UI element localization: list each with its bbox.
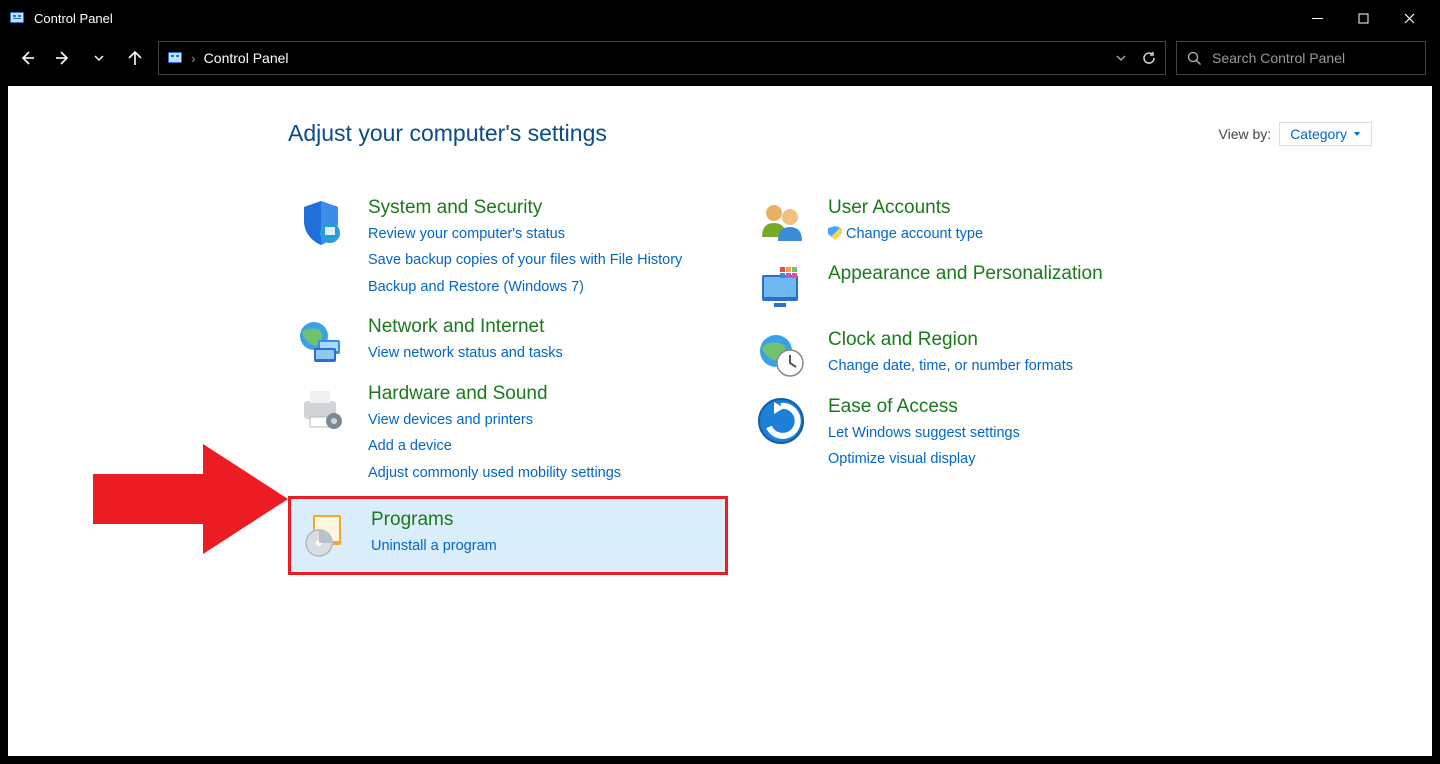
breadcrumb[interactable]: Control Panel <box>204 50 289 66</box>
category-column-left: System and Security Review your computer… <box>288 191 728 579</box>
category-link[interactable]: View network status and tasks <box>368 340 563 366</box>
shield-monitor-icon <box>296 197 346 247</box>
category-title[interactable]: Ease of Access <box>828 396 1020 418</box>
titlebar: Control Panel <box>0 0 1440 36</box>
people-icon <box>756 197 806 247</box>
view-by-label: View by: <box>1219 126 1272 142</box>
category-title[interactable]: System and Security <box>368 197 682 219</box>
globe-network-icon <box>296 316 346 366</box>
control-panel-icon <box>167 50 183 66</box>
disc-box-icon <box>299 509 349 559</box>
caret-down-icon <box>1353 130 1361 138</box>
minimize-button[interactable] <box>1294 0 1340 36</box>
category-link[interactable]: Save backup copies of your files with Fi… <box>368 247 682 273</box>
navbar: › Control Panel Search Control Panel <box>0 36 1440 80</box>
category-network-internet[interactable]: Network and Internet View network status… <box>288 310 728 376</box>
printer-icon <box>296 383 346 433</box>
category-title[interactable]: Network and Internet <box>368 316 563 338</box>
category-link[interactable]: View devices and printers <box>368 407 621 433</box>
search-input[interactable]: Search Control Panel <box>1176 41 1426 75</box>
address-dropdown-icon[interactable] <box>1115 52 1127 64</box>
refresh-button[interactable] <box>1141 50 1157 66</box>
search-icon <box>1187 51 1202 66</box>
category-title[interactable]: Programs <box>371 509 497 531</box>
address-bar[interactable]: › Control Panel <box>158 41 1166 75</box>
back-button[interactable] <box>14 45 40 71</box>
category-link[interactable]: Change date, time, or number formats <box>828 353 1073 379</box>
category-link[interactable]: Review your computer's status <box>368 221 682 247</box>
category-link[interactable]: Backup and Restore (Windows 7) <box>368 274 682 300</box>
category-title[interactable]: Clock and Region <box>828 329 1073 351</box>
forward-button[interactable] <box>50 45 76 71</box>
category-ease-of-access[interactable]: Ease of Access Let Windows suggest setti… <box>748 390 1178 483</box>
maximize-button[interactable] <box>1340 0 1386 36</box>
control-panel-icon <box>8 9 26 27</box>
category-link[interactable]: Change account type <box>828 221 983 247</box>
close-button[interactable] <box>1386 0 1432 36</box>
content-panel: Adjust your computer's settings View by:… <box>8 86 1432 756</box>
window-controls <box>1294 0 1432 36</box>
category-link[interactable]: Let Windows suggest settings <box>828 420 1020 446</box>
category-link[interactable]: Adjust commonly used mobility settings <box>368 460 621 486</box>
globe-clock-icon <box>756 329 806 379</box>
page-title: Adjust your computer's settings <box>288 120 607 147</box>
window-title: Control Panel <box>34 11 113 26</box>
view-by-control: View by: Category <box>1219 122 1372 146</box>
category-programs[interactable]: Programs Uninstall a program <box>288 496 728 574</box>
category-system-security[interactable]: System and Security Review your computer… <box>288 191 728 310</box>
breadcrumb-separator-icon: › <box>191 50 196 66</box>
category-hardware-sound[interactable]: Hardware and Sound View devices and prin… <box>288 377 728 496</box>
category-link[interactable]: Uninstall a program <box>371 533 497 559</box>
category-title[interactable]: User Accounts <box>828 197 983 219</box>
category-column-right: User Accounts Change account type <box>748 191 1178 579</box>
category-appearance-personalization[interactable]: Appearance and Personalization <box>748 257 1178 323</box>
ease-arrow-icon <box>756 396 806 446</box>
view-by-value: Category <box>1290 126 1347 142</box>
category-clock-region[interactable]: Clock and Region Change date, time, or n… <box>748 323 1178 389</box>
recent-dropdown[interactable] <box>86 45 112 71</box>
monitor-colors-icon <box>756 263 806 313</box>
category-title[interactable]: Hardware and Sound <box>368 383 621 405</box>
category-title[interactable]: Appearance and Personalization <box>828 263 1103 285</box>
view-by-dropdown[interactable]: Category <box>1279 122 1372 146</box>
up-button[interactable] <box>122 45 148 71</box>
search-placeholder: Search Control Panel <box>1212 50 1345 66</box>
category-link[interactable]: Add a device <box>368 433 621 459</box>
category-link[interactable]: Optimize visual display <box>828 446 1020 472</box>
category-user-accounts[interactable]: User Accounts Change account type <box>748 191 1178 257</box>
